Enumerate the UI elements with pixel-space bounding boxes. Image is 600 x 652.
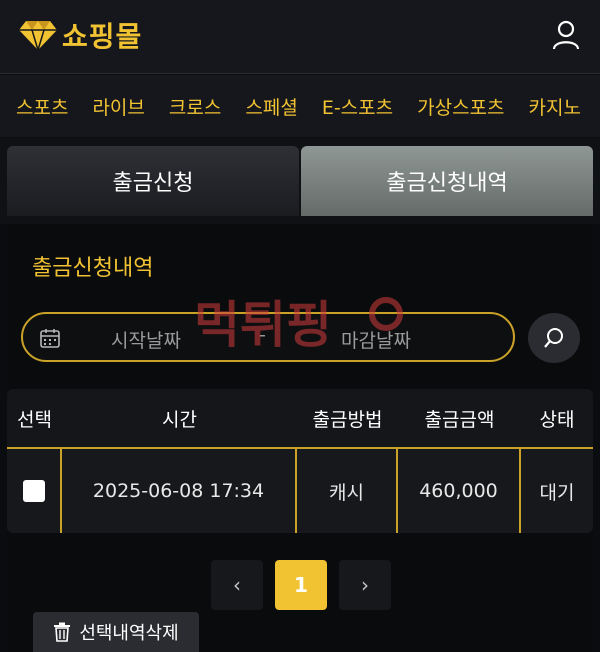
prev-page-button[interactable]: ‹ bbox=[211, 560, 263, 610]
calendar-icon bbox=[40, 329, 60, 348]
logo-text: 쇼핑몰 bbox=[62, 20, 143, 53]
nav-item-esports[interactable]: E-스포츠 bbox=[322, 93, 393, 120]
search-icon bbox=[544, 328, 563, 348]
date-separator: - bbox=[259, 324, 266, 346]
user-icon[interactable] bbox=[552, 20, 580, 50]
diamond-icon bbox=[19, 21, 57, 51]
nav-item-sports[interactable]: 스포츠 bbox=[16, 93, 68, 120]
date-end-input[interactable]: 마감날짜 bbox=[341, 326, 411, 353]
col-time: 시간 bbox=[162, 408, 197, 431]
withdraw-tabs: 출금신청 출금신청내역 bbox=[0, 138, 600, 224]
app-header: 쇼핑몰 bbox=[0, 0, 600, 74]
col-select: 선택 bbox=[17, 408, 52, 431]
row-select-cell bbox=[7, 449, 62, 533]
tab-withdraw-history[interactable]: 출금신청내역 bbox=[301, 146, 593, 216]
col-status: 상태 bbox=[539, 408, 575, 431]
date-start-input[interactable]: 시작날짜 bbox=[111, 326, 181, 353]
delete-selected-button[interactable]: 선택내역삭제 bbox=[33, 612, 199, 652]
col-method: 출금방법 bbox=[312, 408, 383, 431]
row-amount: 460,000 bbox=[398, 449, 521, 533]
nav-item-live[interactable]: 라이브 bbox=[92, 93, 144, 120]
nav-item-cross[interactable]: 크로스 bbox=[169, 93, 221, 120]
history-panel: 출금신청내역 시작날짜 - 마감날짜 선택 시간 출금방법 출금금액 상태 20… bbox=[7, 224, 593, 652]
current-page-button[interactable]: 1 bbox=[275, 560, 327, 610]
panel-title: 출금신청내역 bbox=[32, 256, 154, 281]
trash-icon bbox=[54, 622, 71, 642]
tab-withdraw-request[interactable]: 출금신청 bbox=[7, 146, 299, 216]
nav-item-virtual-sports[interactable]: 가상스포츠 bbox=[417, 93, 504, 120]
table-row: 2025-06-08 17:34 캐시 460,000 대기 bbox=[7, 449, 593, 533]
date-range-field[interactable]: 시작날짜 - 마감날짜 bbox=[21, 312, 515, 362]
category-nav: 스포츠 라이브 크로스 스페셜 E-스포츠 가상스포츠 카지노 bbox=[0, 75, 600, 137]
nav-item-special[interactable]: 스페셜 bbox=[245, 93, 297, 120]
history-table: 선택 시간 출금방법 출금금액 상태 2025-06-08 17:34 캐시 4… bbox=[7, 389, 593, 533]
table-header: 선택 시간 출금방법 출금금액 상태 bbox=[7, 389, 593, 449]
delete-selected-label: 선택내역삭제 bbox=[79, 623, 179, 644]
row-time: 2025-06-08 17:34 bbox=[62, 449, 297, 533]
next-page-button[interactable]: › bbox=[339, 560, 391, 610]
nav-item-casino[interactable]: 카지노 bbox=[529, 93, 581, 120]
logo[interactable]: 쇼핑몰 bbox=[18, 14, 142, 56]
col-amount: 출금금액 bbox=[424, 408, 495, 431]
search-button[interactable] bbox=[528, 313, 580, 363]
row-status: 대기 bbox=[539, 481, 575, 504]
pagination: ‹ 1 › bbox=[7, 560, 593, 612]
row-method: 캐시 bbox=[297, 449, 398, 533]
row-checkbox[interactable] bbox=[22, 480, 45, 502]
